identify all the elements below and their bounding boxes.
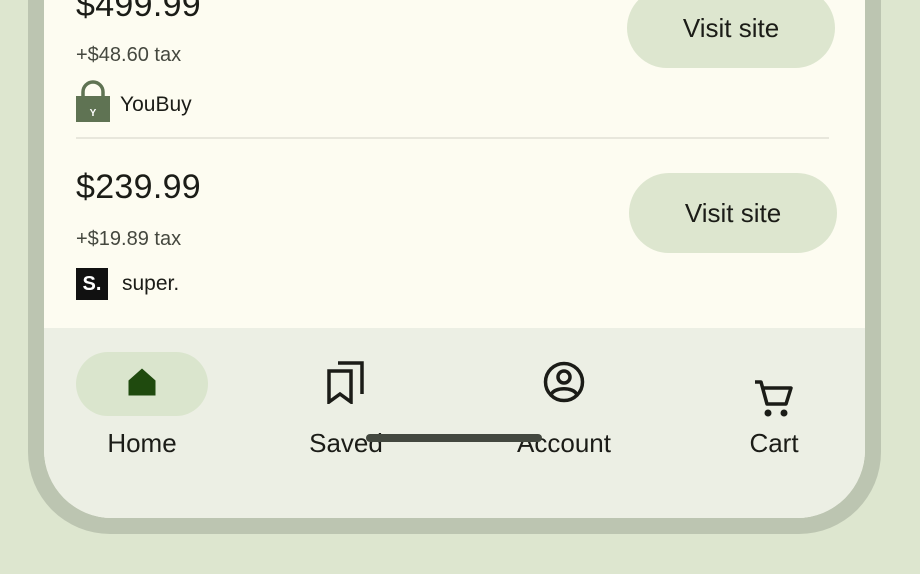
nav-label-account: Account — [517, 428, 611, 458]
bookmarks-icon — [326, 360, 366, 409]
offer-card: $499.99 +$48.60 tax Y YouBuy Visit site — [76, 0, 837, 138]
phone-screen: $499.99 +$48.60 tax Y YouBuy Visit site … — [44, 0, 865, 518]
padlock-bag-icon: Y — [76, 80, 110, 130]
cart-icon — [752, 376, 796, 425]
nav-label-saved: Saved — [309, 428, 383, 458]
offer-tax: +$19.89 tax — [76, 228, 182, 250]
merchant-name: YouBuy — [120, 93, 192, 116]
super-logo-icon: S. — [76, 268, 108, 300]
nav-label-home: Home — [107, 428, 177, 458]
merchant-info: S. super. — [76, 268, 179, 300]
account-circle-icon — [542, 360, 586, 409]
home-icon — [124, 364, 160, 405]
visit-site-button[interactable]: Visit site — [629, 173, 837, 253]
offer-tax: +$48.60 tax — [76, 44, 182, 66]
offer-price: $239.99 — [76, 168, 202, 206]
merchant-name: super. — [122, 272, 180, 295]
home-indicator[interactable] — [366, 434, 542, 442]
visit-site-button[interactable]: Visit site — [627, 0, 835, 68]
merchant-info: Y YouBuy — [76, 80, 192, 130]
active-indicator — [76, 352, 208, 416]
nav-label-cart: Cart — [749, 428, 799, 458]
youbuy-logo-letter: Y — [90, 108, 97, 119]
offer-card: $239.99 +$19.89 tax S. super. Visit site — [76, 138, 837, 328]
bottom-navigation: Home Saved Account Cart — [44, 328, 865, 518]
offer-price: $499.99 — [76, 0, 202, 24]
